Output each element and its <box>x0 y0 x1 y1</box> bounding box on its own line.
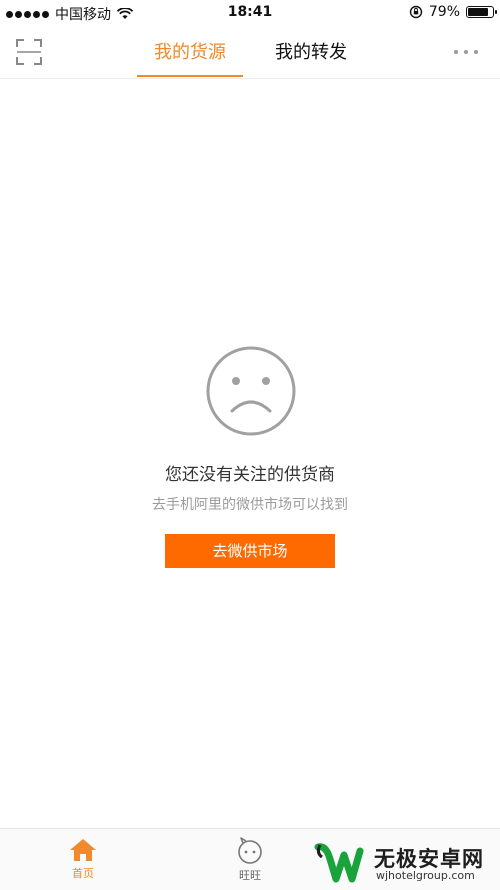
watermark-logo-icon <box>314 843 364 883</box>
status-right: 79% <box>409 4 497 20</box>
sad-face-icon <box>206 346 296 436</box>
site-watermark: 无极安卓网 wjhotelgroup.com <box>314 839 500 889</box>
status-bar: 中国移动 18:41 79% <box>0 0 500 26</box>
top-header: 我的货源 我的转发 <box>0 26 500 79</box>
battery-percent: 79% <box>428 4 460 20</box>
empty-state-title: 您还没有关注的供货商 <box>165 465 335 485</box>
nav-wangwang-label: 旺旺 <box>239 869 261 882</box>
home-icon <box>70 839 96 861</box>
nav-wangwang[interactable]: 旺旺 <box>220 837 280 883</box>
tab-bar: 我的货源 我的转发 <box>0 26 500 78</box>
wangwang-icon <box>238 837 262 864</box>
more-options-icon[interactable] <box>454 50 478 54</box>
nav-home[interactable]: 首页 <box>53 837 113 881</box>
tab-my-goods[interactable]: 我的货源 <box>154 38 226 64</box>
empty-state-subtitle: 去手机阿里的微供市场可以找到 <box>152 497 348 513</box>
battery-icon <box>466 6 497 18</box>
nav-home-label: 首页 <box>72 867 94 880</box>
orientation-lock-icon <box>409 5 423 19</box>
tab-my-forwards[interactable]: 我的转发 <box>275 38 347 64</box>
watermark-url: wjhotelgroup.com <box>376 869 475 882</box>
go-to-market-button[interactable]: 去微供市场 <box>165 534 335 568</box>
active-tab-indicator <box>137 75 243 77</box>
